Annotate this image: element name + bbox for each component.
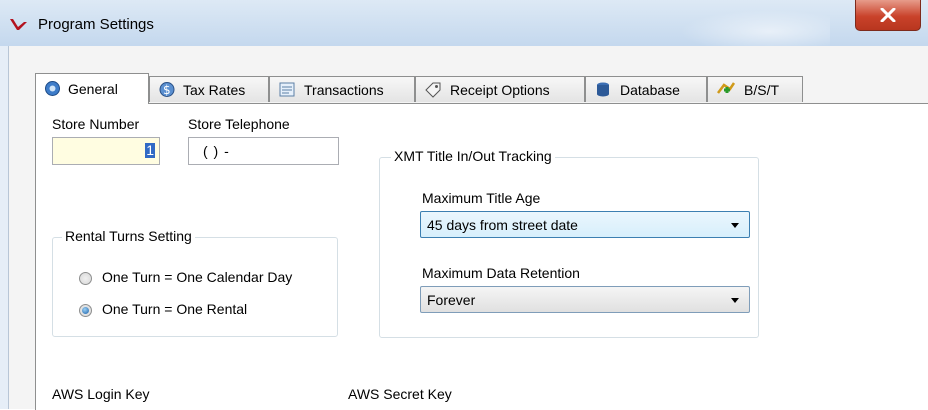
tab-transactions[interactable]: Transactions xyxy=(269,76,415,102)
tab-receipt-options[interactable]: Receipt Options xyxy=(415,76,585,102)
rental-turns-legend: Rental Turns Setting xyxy=(62,228,195,244)
chevron-down-icon xyxy=(731,298,739,303)
radio-calendar-day-label[interactable]: One Turn = One Calendar Day xyxy=(102,269,292,285)
window-title: Program Settings xyxy=(38,16,154,33)
tab-tax-rates[interactable]: $ Tax Rates xyxy=(149,76,269,102)
receipt-tag-icon xyxy=(424,81,442,101)
gear-globe-icon xyxy=(44,80,61,100)
app-logo-icon xyxy=(9,18,29,35)
dialog-client-area: General $ Tax Rates Transactions Receipt… xyxy=(8,46,928,410)
title-bar[interactable]: Program Settings xyxy=(0,0,928,47)
store-telephone-label: Store Telephone xyxy=(188,116,290,132)
close-x-icon xyxy=(880,8,896,22)
aws-login-key-label: AWS Login Key xyxy=(52,386,150,402)
xmt-tracking-legend: XMT Title In/Out Tracking xyxy=(391,148,555,164)
max-title-age-value: 45 days from street date xyxy=(427,217,578,233)
close-button[interactable] xyxy=(855,0,921,31)
radio-calendar-day[interactable] xyxy=(79,272,92,285)
tab-bst[interactable]: B/S/T xyxy=(707,76,803,102)
tab-transactions-label: Transactions xyxy=(304,82,384,98)
max-title-age-select[interactable]: 45 days from street date xyxy=(420,211,750,238)
store-telephone-field[interactable]: ( ) - xyxy=(188,137,339,165)
aws-secret-key-label: AWS Secret Key xyxy=(348,386,452,402)
store-number-value: 1 xyxy=(145,142,155,158)
general-tab-page: Store Number 1 Store Telephone ( ) - Ren… xyxy=(35,103,928,410)
tab-database-label: Database xyxy=(620,82,680,98)
rental-turns-group xyxy=(52,237,338,337)
max-title-age-label: Maximum Title Age xyxy=(422,190,541,206)
max-data-retention-value: Forever xyxy=(427,292,476,308)
title-bar-glare xyxy=(680,10,830,46)
store-number-label: Store Number xyxy=(52,116,140,132)
document-list-icon xyxy=(278,81,296,101)
max-data-retention-select[interactable]: Forever xyxy=(420,286,750,313)
radio-one-rental[interactable] xyxy=(79,304,92,317)
bst-icon xyxy=(716,81,736,101)
max-data-retention-label: Maximum Data Retention xyxy=(422,265,580,281)
tab-tax-rates-label: Tax Rates xyxy=(183,82,246,98)
tab-general-label: General xyxy=(68,81,118,97)
store-telephone-value: ( ) - xyxy=(203,143,230,159)
dollar-coin-icon: $ xyxy=(158,81,176,101)
database-icon xyxy=(594,81,612,101)
tab-database[interactable]: Database xyxy=(585,76,707,102)
chevron-down-icon xyxy=(731,223,739,228)
store-number-field[interactable]: 1 xyxy=(52,137,160,165)
window-frame: General $ Tax Rates Transactions Receipt… xyxy=(0,46,928,410)
radio-one-rental-label[interactable]: One Turn = One Rental xyxy=(102,301,247,317)
svg-text:$: $ xyxy=(163,83,171,97)
tab-receipt-options-label: Receipt Options xyxy=(450,82,550,98)
tab-general[interactable]: General xyxy=(35,73,149,104)
tab-bst-label: B/S/T xyxy=(744,82,780,98)
